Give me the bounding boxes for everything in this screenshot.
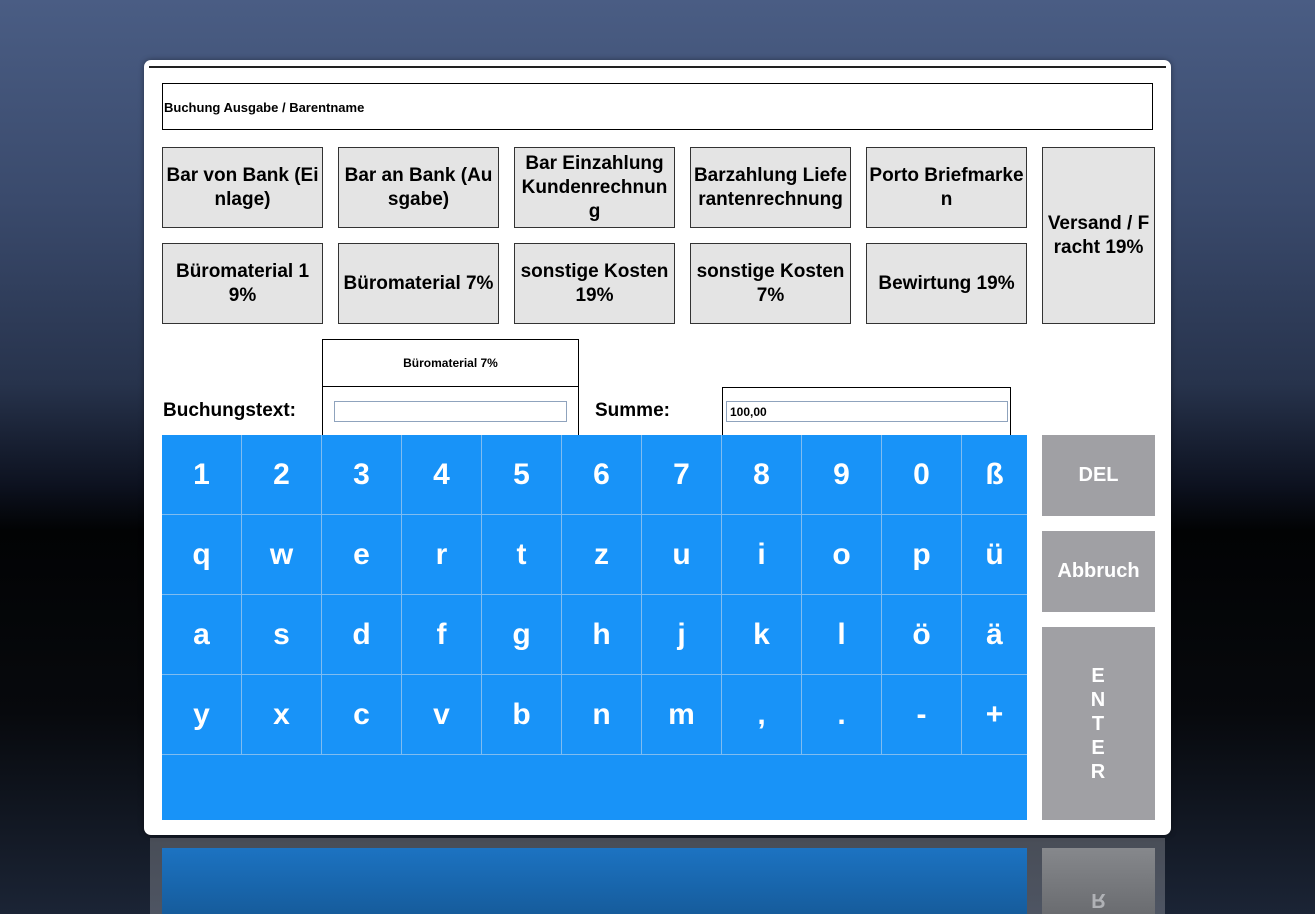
key-3-2[interactable]: c [322,675,402,755]
key-3-0[interactable]: y [162,675,242,755]
selected-category: Büromaterial 7% [322,339,579,387]
summe-box [722,387,1011,435]
key-2-9[interactable]: ö [882,595,962,675]
key-1-8[interactable]: o [802,515,882,595]
key-0-8[interactable]: 9 [802,435,882,515]
enter-letter: E [1091,736,1106,759]
category-sonstige-kosten-7-button[interactable]: sonstige Kosten 7% [690,243,851,324]
key-3-10[interactable]: + [962,675,1027,755]
key-2-4[interactable]: g [482,595,562,675]
key-1-10[interactable]: ü [962,515,1027,595]
summe-label: Summe: [595,400,670,421]
category-bewirtung-button[interactable]: Bewirtung 19% [866,243,1027,324]
key-1-0[interactable]: q [162,515,242,595]
dialog-title: Buchung Ausgabe / Barentname [162,83,1153,130]
key-3-7[interactable]: , [722,675,802,755]
key-0-10[interactable]: ß [962,435,1027,515]
key-0-6[interactable]: 7 [642,435,722,515]
key-0-3[interactable]: 4 [402,435,482,515]
key-3-6[interactable]: m [642,675,722,755]
del-button[interactable]: DEL [1042,435,1155,516]
key-1-2[interactable]: e [322,515,402,595]
key-1-9[interactable]: p [882,515,962,595]
buchungstext-input[interactable] [334,401,567,422]
booking-dialog: Buchung Ausgabe / Barentname Bar von Ban… [144,60,1171,835]
reflection-letter: R [1091,889,1106,911]
key-3-1[interactable]: x [242,675,322,755]
key-1-3[interactable]: r [402,515,482,595]
keyboard-reflection [162,848,1027,914]
category-porto-button[interactable]: Porto Briefmarken [866,147,1027,228]
enter-letter: R [1090,760,1107,783]
category-bueromaterial-19-button[interactable]: Büromaterial 19% [162,243,323,324]
enter-label: ENTER [1091,664,1106,784]
key-2-1[interactable]: s [242,595,322,675]
on-screen-keyboard: 1234567890ß qwertzuiopü asdfghjklöä yxcvbnm… [162,435,1027,820]
key-0-5[interactable]: 6 [562,435,642,515]
key-2-2[interactable]: d [322,595,402,675]
buchungstext-label: Buchungstext: [163,400,296,421]
key-0-9[interactable]: 0 [882,435,962,515]
summe-input[interactable] [726,401,1008,422]
category-versand-button[interactable]: Versand / Fracht 19% [1042,147,1155,324]
category-bueromaterial-7-button[interactable]: Büromaterial 7% [338,243,499,324]
category-bar-an-bank-button[interactable]: Bar an Bank (Ausgabe) [338,147,499,228]
key-1-4[interactable]: t [482,515,562,595]
abbruch-button[interactable]: Abbruch [1042,531,1155,612]
buchungstext-box [322,386,579,435]
key-3-3[interactable]: v [402,675,482,755]
enter-reflection: R [1042,848,1155,914]
key-2-10[interactable]: ä [962,595,1027,675]
key-2-6[interactable]: j [642,595,722,675]
category-bar-von-bank-button[interactable]: Bar von Bank (Einlage) [162,147,323,228]
key-1-7[interactable]: i [722,515,802,595]
top-divider [149,66,1166,68]
key-2-8[interactable]: l [802,595,882,675]
key-3-9[interactable]: - [882,675,962,755]
key-0-2[interactable]: 3 [322,435,402,515]
category-bar-einzahlung-button[interactable]: Bar Einzahlung Kundenrechnung [514,147,675,228]
enter-letter: N [1090,688,1107,711]
key-3-5[interactable]: n [562,675,642,755]
key-2-3[interactable]: f [402,595,482,675]
key-3-8[interactable]: . [802,675,882,755]
category-barzahlung-button[interactable]: Barzahlung Lieferantenrechnung [690,147,851,228]
key-0-7[interactable]: 8 [722,435,802,515]
key-1-1[interactable]: w [242,515,322,595]
key-3-4[interactable]: b [482,675,562,755]
key-0-1[interactable]: 2 [242,435,322,515]
key-1-6[interactable]: u [642,515,722,595]
key-0-0[interactable]: 1 [162,435,242,515]
key-1-5[interactable]: z [562,515,642,595]
enter-letter: T [1091,712,1106,735]
enter-button[interactable]: ENTER [1042,627,1155,820]
category-sonstige-kosten-19-button[interactable]: sonstige Kosten 19% [514,243,675,324]
key-0-4[interactable]: 5 [482,435,562,515]
key-2-0[interactable]: a [162,595,242,675]
key-2-7[interactable]: k [722,595,802,675]
enter-letter: E [1091,664,1106,687]
key-2-5[interactable]: h [562,595,642,675]
